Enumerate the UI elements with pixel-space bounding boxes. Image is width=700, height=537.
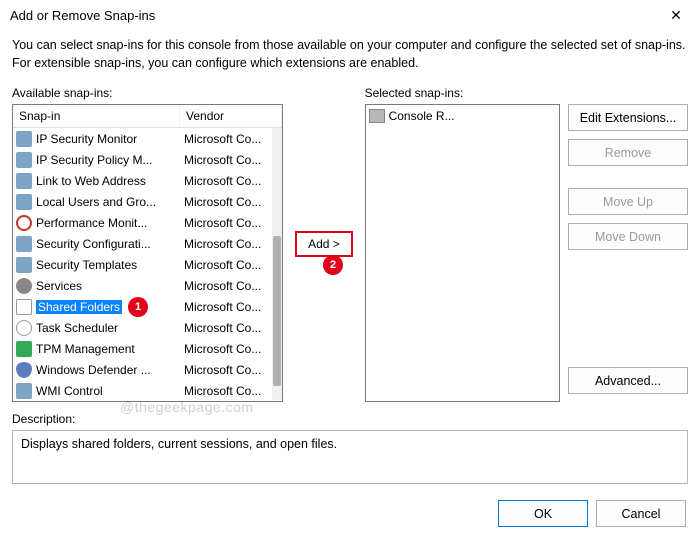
snapin-name: Windows Defender ... — [36, 363, 184, 377]
instructions-text: You can select snap-ins for this console… — [0, 30, 700, 86]
remove-button[interactable]: Remove — [568, 139, 688, 166]
snapin-vendor: Microsoft Co... — [184, 195, 282, 209]
callout-badge-2: 2 — [323, 255, 343, 275]
window-title: Add or Remove Snap-ins — [10, 8, 155, 23]
selected-listview[interactable]: Console R... — [365, 104, 560, 402]
right-buttons-column: Edit Extensions... Remove Move Up Move D… — [568, 86, 688, 402]
selected-column: Selected snap-ins: Console R... — [365, 86, 560, 402]
chip-icon — [16, 341, 32, 357]
table-row[interactable]: ServicesMicrosoft Co... — [13, 275, 282, 296]
description-text: Displays shared folders, current session… — [21, 437, 337, 451]
snapin-name: Local Users and Gro... — [36, 195, 184, 209]
snapin-vendor: Microsoft Co... — [184, 153, 282, 167]
description-label: Description: — [12, 412, 688, 426]
table-row[interactable]: Task SchedulerMicrosoft Co... — [13, 317, 282, 338]
table-row[interactable]: Security TemplatesMicrosoft Co... — [13, 254, 282, 275]
snapin-name: Security Configurati... — [36, 237, 184, 251]
snapin-vendor: Microsoft Co... — [184, 279, 282, 293]
cancel-button[interactable]: Cancel — [596, 500, 686, 527]
advanced-button[interactable]: Advanced... — [568, 367, 688, 394]
snapin-name: IP Security Monitor — [36, 132, 184, 146]
snapin-name: WMI Control — [36, 384, 184, 398]
selected-item-label: Console R... — [389, 109, 455, 123]
mon-icon — [16, 173, 32, 189]
move-up-button[interactable]: Move Up — [568, 188, 688, 215]
snapin-vendor: Microsoft Co... — [184, 321, 282, 335]
mon-icon — [16, 236, 32, 252]
perf-icon — [16, 215, 32, 231]
scroll-thumb[interactable] — [273, 236, 281, 386]
snapin-name: Link to Web Address — [36, 174, 184, 188]
middle-column: Add > — [291, 86, 356, 402]
close-icon: ✕ — [670, 7, 682, 24]
table-row[interactable]: Security Configurati...Microsoft Co... — [13, 233, 282, 254]
close-button[interactable]: ✕ — [660, 3, 692, 27]
column-snapin[interactable]: Snap-in — [13, 105, 180, 127]
console-root-icon — [369, 109, 385, 123]
snapin-name: Shared Folders — [36, 300, 184, 314]
snapin-name: Security Templates — [36, 258, 184, 272]
table-row[interactable]: Windows Defender ...Microsoft Co... — [13, 359, 282, 380]
mon-icon — [16, 194, 32, 210]
snapin-name: Task Scheduler — [36, 321, 184, 335]
available-column: Available snap-ins: Snap-in Vendor IP Se… — [12, 86, 283, 402]
available-listview[interactable]: Snap-in Vendor IP Security MonitorMicros… — [12, 104, 283, 402]
snapin-vendor: Microsoft Co... — [184, 174, 282, 188]
table-row[interactable]: WMI ControlMicrosoft Co... — [13, 380, 282, 400]
snapin-vendor: Microsoft Co... — [184, 300, 282, 314]
ok-button[interactable]: OK — [498, 500, 588, 527]
selected-label: Selected snap-ins: — [365, 86, 560, 100]
available-label: Available snap-ins: — [12, 86, 283, 100]
clock-icon — [16, 320, 32, 336]
cal-icon — [16, 299, 32, 315]
mon-icon — [16, 131, 32, 147]
snapin-vendor: Microsoft Co... — [184, 363, 282, 377]
snapin-vendor: Microsoft Co... — [184, 258, 282, 272]
titlebar: Add or Remove Snap-ins ✕ — [0, 0, 700, 30]
footer: OK Cancel — [0, 484, 700, 537]
callout-badge-1: 1 — [128, 297, 148, 317]
snapin-vendor: Microsoft Co... — [184, 216, 282, 230]
snapin-vendor: Microsoft Co... — [184, 237, 282, 251]
mon-icon — [16, 257, 32, 273]
move-down-button[interactable]: Move Down — [568, 223, 688, 250]
description-box: Displays shared folders, current session… — [12, 430, 688, 484]
edit-extensions-button[interactable]: Edit Extensions... — [568, 104, 688, 131]
snapin-vendor: Microsoft Co... — [184, 132, 282, 146]
snapin-name: Services — [36, 279, 184, 293]
table-row[interactable]: TPM ManagementMicrosoft Co... — [13, 338, 282, 359]
table-row[interactable]: Local Users and Gro...Microsoft Co... — [13, 191, 282, 212]
list-item[interactable]: Console R... — [366, 105, 559, 126]
scrollbar[interactable] — [272, 128, 282, 400]
column-vendor[interactable]: Vendor — [180, 105, 282, 127]
snapin-vendor: Microsoft Co... — [184, 384, 282, 398]
snapin-name: TPM Management — [36, 342, 184, 356]
table-row[interactable]: Link to Web AddressMicrosoft Co... — [13, 170, 282, 191]
snapin-vendor: Microsoft Co... — [184, 342, 282, 356]
table-row[interactable]: Performance Monit...Microsoft Co... — [13, 212, 282, 233]
mon-icon — [16, 383, 32, 399]
mon-icon — [16, 152, 32, 168]
table-row[interactable]: IP Security Policy M...Microsoft Co... — [13, 149, 282, 170]
shield-icon — [16, 362, 32, 378]
lv-header: Snap-in Vendor — [13, 105, 282, 128]
snapin-name: IP Security Policy M... — [36, 153, 184, 167]
table-row[interactable]: IP Security MonitorMicrosoft Co... — [13, 128, 282, 149]
lv-body: IP Security MonitorMicrosoft Co...IP Sec… — [13, 128, 282, 400]
watermark-text: @thegeekpage.com — [120, 399, 254, 415]
gear-icon — [16, 278, 32, 294]
main-area: Available snap-ins: Snap-in Vendor IP Se… — [0, 86, 700, 402]
snapin-name: Performance Monit... — [36, 216, 184, 230]
description-section: Description: Displays shared folders, cu… — [0, 402, 700, 484]
add-button[interactable]: Add > — [295, 231, 353, 257]
